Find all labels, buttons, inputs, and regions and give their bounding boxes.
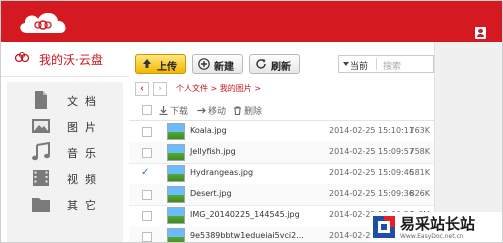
cloud-logo-icon [20, 12, 66, 33]
refresh-button[interactable]: 刷新 [249, 54, 300, 74]
sidebar-item-videos[interactable]: 视频 [7, 166, 123, 190]
image-thumbnail-icon[interactable] [167, 144, 185, 161]
wo-logo-icon [14, 51, 30, 63]
row-checkbox[interactable] [142, 127, 152, 137]
sidebar-item-other[interactable]: 其它 [7, 192, 123, 216]
new-label: 新建 [214, 62, 234, 73]
breadcrumb[interactable]: 个人文件 > 我的图片 > [176, 83, 261, 94]
file-row[interactable]: ✓ Hydrangeas.jpg 2014-02-25 15:09:46 581K [129, 163, 434, 185]
app-window: 我的沃·云盘 文档 图片 音乐 视频 其它 上传 新建 刷新 当前 搜索 ‹ ›… [0, 0, 503, 243]
file-name[interactable]: IMG_20140225_144545.jpg [190, 210, 300, 219]
document-icon [35, 91, 47, 109]
dropdown-arrow-icon[interactable] [343, 62, 349, 66]
file-date: 2014-02-25 15:09:36 [329, 189, 414, 198]
row-checkbox-checked[interactable]: ✓ [141, 167, 149, 178]
image-thumbnail-icon[interactable] [167, 228, 185, 242]
sidebar-item-music[interactable]: 音乐 [7, 140, 123, 164]
sidebar: 我的沃·云盘 文档 图片 音乐 视频 其它 [1, 42, 129, 242]
download-action[interactable]: 下载 [159, 104, 188, 117]
brand-title: 我的沃·云盘 [39, 53, 103, 67]
watermark-logo-icon [373, 216, 395, 238]
new-folder-button[interactable]: 新建 [192, 54, 243, 74]
video-icon [33, 170, 49, 186]
file-size: 581K [409, 168, 430, 177]
move-icon [197, 107, 206, 114]
file-row[interactable]: Jellyfish.jpg 2014-02-25 15:09:57 758K [129, 142, 434, 164]
action-bar: 下载 移动 删除 [129, 100, 434, 121]
delete-action[interactable]: 删除 [233, 104, 262, 117]
image-thumbnail-icon[interactable] [167, 123, 185, 140]
watermark-title: 易采站长站 [400, 215, 476, 233]
file-name[interactable]: 9e5389bbtw1edueiai5vci2... [190, 231, 304, 240]
move-label: 移动 [208, 107, 227, 117]
search-box[interactable]: 当前 搜索 [338, 55, 434, 73]
sidebar-item-pictures[interactable]: 图片 [7, 114, 123, 138]
delete-label: 删除 [244, 107, 263, 117]
search-input[interactable]: 搜索 [383, 59, 401, 72]
divider [376, 58, 377, 70]
refresh-icon [256, 59, 266, 69]
sidebar-item-label: 其它 [67, 199, 103, 212]
file-name[interactable]: Koala.jpg [190, 126, 227, 135]
sidebar-item-label: 文档 [67, 95, 103, 108]
file-size: 763K [409, 126, 430, 135]
download-icon [159, 106, 168, 115]
back-button[interactable]: ‹ [135, 82, 149, 96]
sidebar-brand: 我的沃·云盘 [1, 42, 129, 77]
watermark: 易采站长站 Www.EasyDoc.net.cn [370, 212, 502, 242]
sidebar-item-label: 音乐 [67, 147, 103, 160]
file-size: 758K [409, 147, 430, 156]
row-checkbox[interactable] [142, 211, 152, 221]
file-name[interactable]: Jellyfish.jpg [190, 147, 236, 156]
file-row[interactable]: Desert.jpg 2014-02-25 15:09:36 826K [129, 184, 434, 206]
file-row[interactable]: Koala.jpg 2014-02-25 15:10:11 763K [129, 121, 434, 143]
refresh-label: 刷新 [271, 62, 291, 73]
user-profile-icon[interactable] [475, 27, 486, 39]
upload-button[interactable]: 上传 [135, 54, 186, 74]
row-checkbox[interactable] [142, 190, 152, 200]
forward-button[interactable]: › [153, 82, 167, 96]
picture-icon [32, 119, 50, 133]
image-thumbnail-icon[interactable] [167, 165, 185, 182]
scope-select[interactable]: 当前 [350, 59, 368, 72]
sidebar-item-documents[interactable]: 文档 [7, 88, 123, 112]
music-icon [32, 142, 50, 161]
file-name[interactable]: Desert.jpg [190, 189, 232, 198]
file-size: 826K [409, 189, 430, 198]
upload-label: 上传 [157, 62, 177, 73]
sidebar-item-label: 图片 [67, 121, 103, 134]
image-thumbnail-icon[interactable] [167, 207, 185, 224]
row-checkbox[interactable] [142, 148, 152, 158]
move-action[interactable]: 移动 [197, 104, 226, 117]
trash-icon [234, 106, 241, 115]
download-label: 下载 [170, 107, 189, 117]
upload-icon [143, 59, 151, 68]
folder-icon [32, 198, 50, 212]
file-date: 2014-02-25 15:09:46 [329, 168, 414, 177]
sidebar-item-label: 视频 [67, 173, 103, 186]
file-date: 2014-02-25 15:09:57 [329, 147, 414, 156]
top-header [1, 1, 502, 42]
row-checkbox[interactable] [142, 232, 152, 242]
watermark-url: Www.EasyDoc.net.cn [400, 233, 464, 240]
plus-circle-icon [198, 58, 210, 70]
image-thumbnail-icon[interactable] [167, 186, 185, 203]
sidebar-menu: 文档 图片 音乐 视频 其它 [7, 82, 123, 242]
file-name[interactable]: Hydrangeas.jpg [190, 168, 253, 177]
select-all-checkbox[interactable] [142, 105, 152, 115]
navigation-bar: ‹ › 个人文件 > 我的图片 > [129, 81, 434, 97]
file-date: 2014-02-25 15:10:11 [329, 126, 414, 135]
